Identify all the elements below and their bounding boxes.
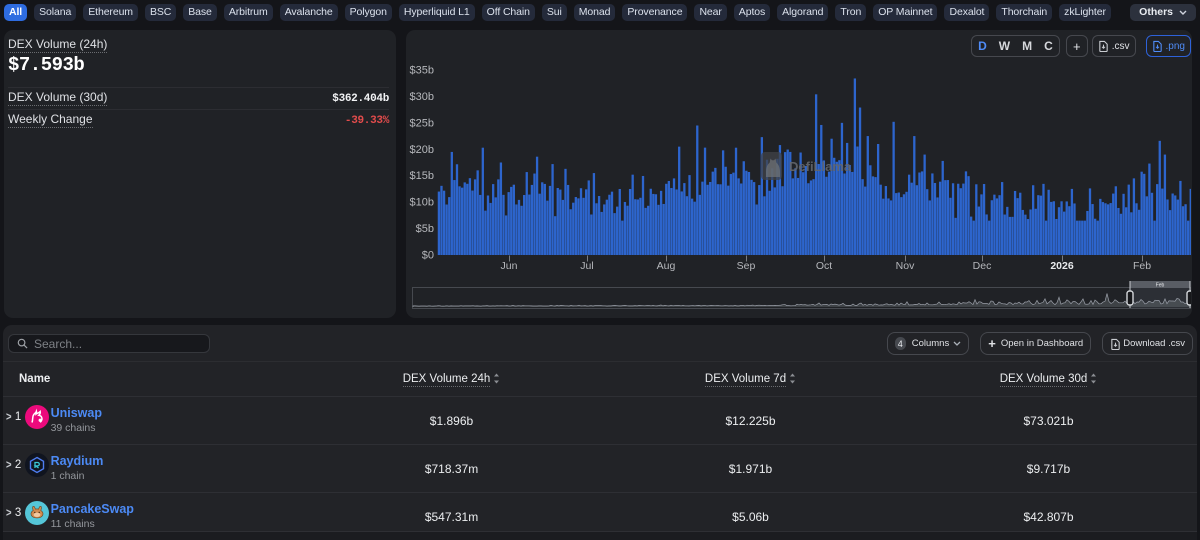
svg-text:$30b: $30b bbox=[410, 91, 434, 103]
svg-text:$35b: $35b bbox=[410, 65, 434, 77]
svg-text:$10b: $10b bbox=[410, 197, 434, 209]
svg-text:Nov: Nov bbox=[896, 260, 915, 272]
svg-text:Feb: Feb bbox=[1133, 260, 1151, 272]
svg-text:Sep: Sep bbox=[737, 260, 756, 272]
svg-text:Aug: Aug bbox=[657, 260, 676, 272]
svg-text:$0: $0 bbox=[422, 250, 434, 262]
svg-text:$20b: $20b bbox=[410, 144, 434, 156]
svg-text:Dec: Dec bbox=[973, 260, 992, 272]
svg-text:Feb: Feb bbox=[1156, 283, 1165, 289]
svg-text:$25b: $25b bbox=[410, 117, 434, 129]
svg-text:2026: 2026 bbox=[1050, 260, 1074, 272]
svg-text:$5b: $5b bbox=[416, 223, 434, 235]
svg-text:Jul: Jul bbox=[580, 260, 593, 272]
svg-text:Oct: Oct bbox=[816, 260, 832, 272]
svg-text:DefiLlama: DefiLlama bbox=[789, 159, 852, 174]
svg-text:$15b: $15b bbox=[410, 170, 434, 182]
svg-text:Jun: Jun bbox=[501, 260, 518, 272]
